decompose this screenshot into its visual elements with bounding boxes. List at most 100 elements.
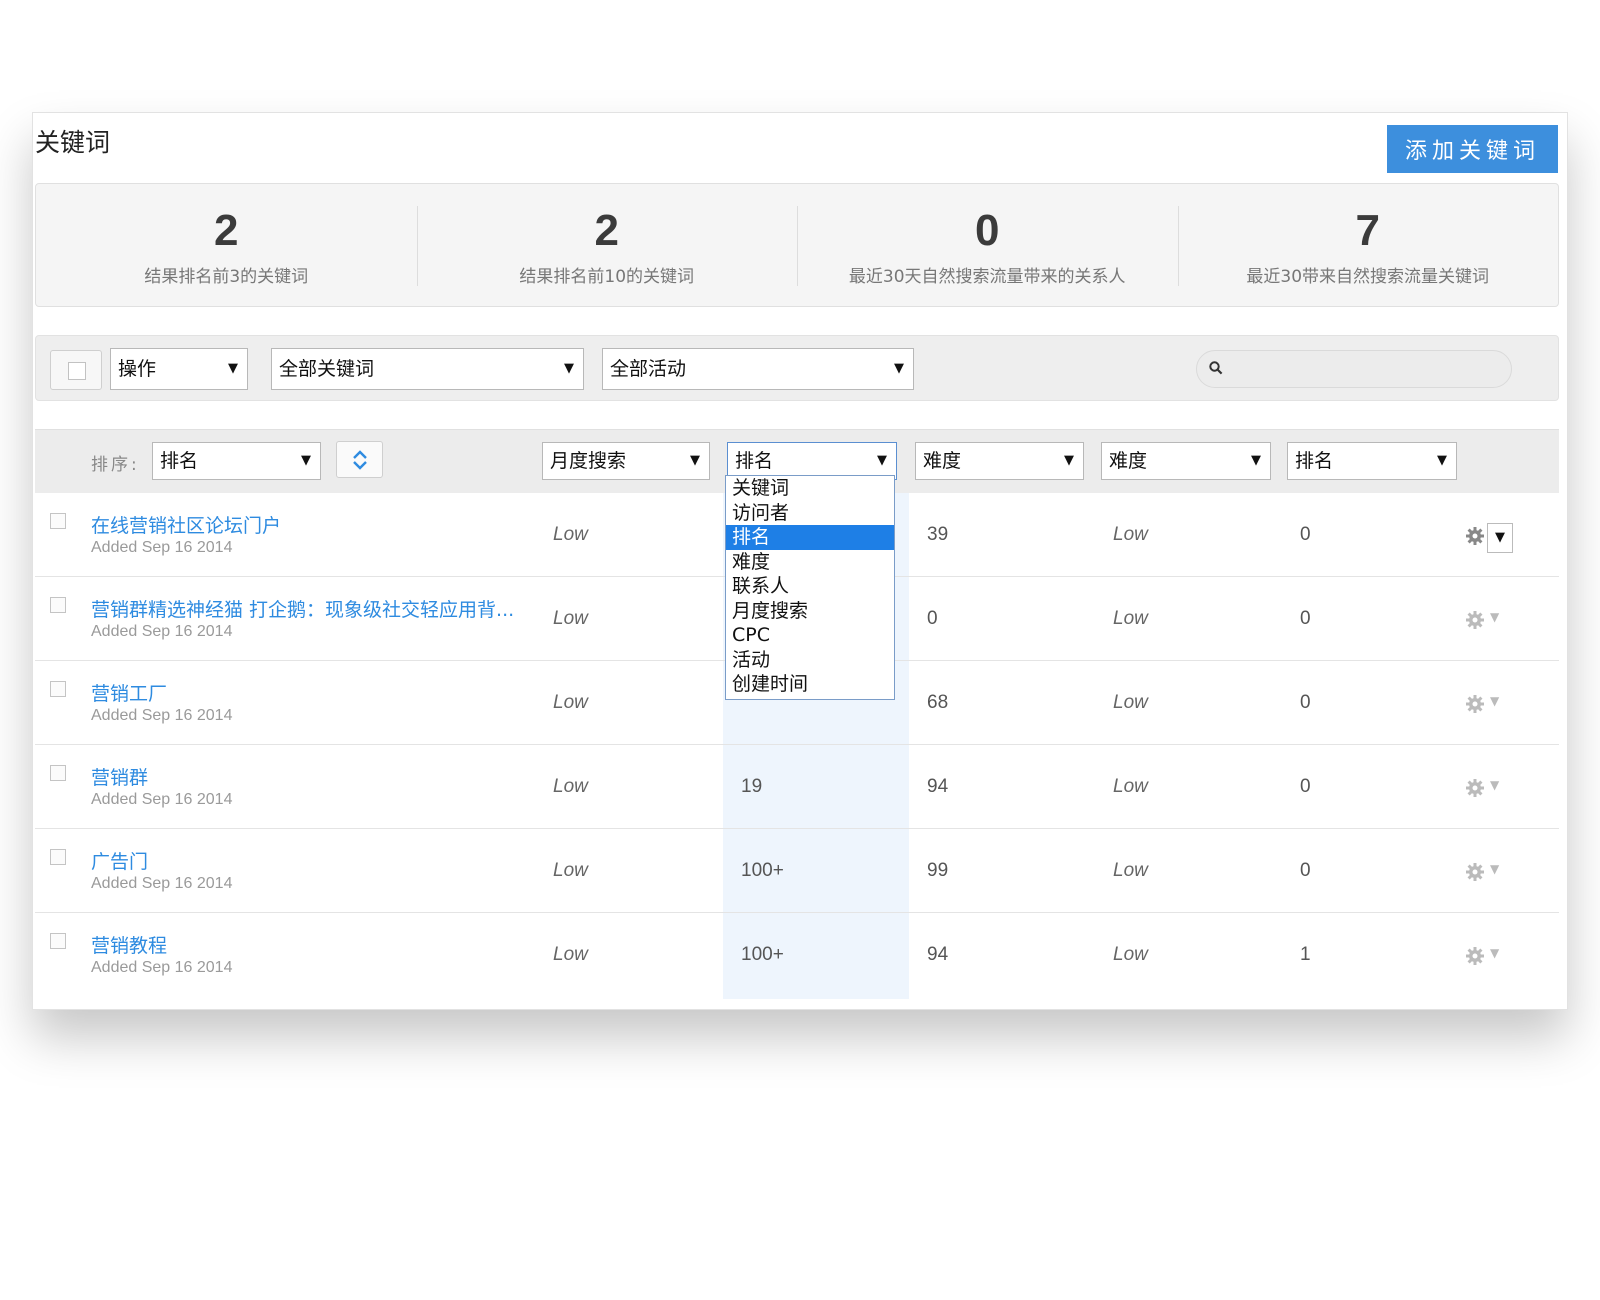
gear-icon[interactable] [1465,778,1485,798]
monthly-search-cell: Low [553,860,588,881]
chevron-down-icon[interactable]: ▼ [1490,862,1499,876]
chevron-down-icon: ▼ [228,361,238,376]
dropdown-option-selected[interactable]: 排名 [726,525,894,550]
search-input[interactable] [1196,350,1512,388]
select-all-checkbox[interactable] [50,350,102,390]
gear-icon[interactable] [1465,862,1485,882]
keyword-link[interactable]: 广告门 [91,847,148,874]
checkbox-box [68,362,86,380]
rank-cell: 100+ [741,860,784,881]
gear-icon[interactable] [1465,694,1485,714]
table-row[interactable]: 营销教程 Added Sep 16 2014 Low 100+ 94 Low 1… [35,913,1559,997]
campaign-filter-select[interactable]: 全部活动 ▼ [602,348,914,390]
keywords-panel: 关键词 添加关键词 2 结果排名前3的关键词 2 结果排名前10的关键词 0 最… [32,112,1568,1010]
column-select-difficulty[interactable]: 难度 ▼ [915,442,1084,480]
stat-value: 2 [214,206,239,255]
chevron-down-icon: ▼ [564,361,574,376]
sort-by-select[interactable]: 排名 ▼ [152,442,321,480]
difficulty2-cell: Low [1113,944,1148,965]
rank-cell: 19 [741,776,763,797]
row-checkbox[interactable] [50,513,66,529]
stat-value: 7 [1355,206,1380,255]
stat-label: 结果排名前3的关键词 [144,267,309,287]
action-select[interactable]: 操作 ▼ [110,348,248,390]
gear-icon[interactable] [1465,946,1485,966]
table-row[interactable]: 广告门 Added Sep 16 2014 Low 100+ 99 Low 0 … [35,829,1559,913]
keyword-link[interactable]: 在线营销社区论坛门户 [91,511,281,538]
keyword-link[interactable]: 营销群精选神经猫 打企鹅：现象级社交轻应用背... [91,595,514,622]
column-select-difficulty-2[interactable]: 难度 ▼ [1101,442,1271,480]
difficulty2-cell: Low [1113,860,1148,881]
column-select-value: 难度 [923,450,962,472]
stat-value: 2 [594,206,619,255]
difficulty-cell: 94 [927,944,949,965]
dropdown-option[interactable]: 月度搜索 [726,599,894,624]
stat-traffic-keywords: 7 最近30带来自然搜索流量关键词 [1177,184,1559,306]
monthly-search-cell: Low [553,608,588,629]
row-checkbox[interactable] [50,933,66,949]
dropdown-option[interactable]: 访问者 [726,501,894,526]
rank2-cell: 0 [1300,524,1311,545]
row-checkbox[interactable] [50,681,66,697]
chevron-down-icon: ▼ [690,453,700,468]
column-options-dropdown[interactable]: 关键词 访问者 排名 难度 联系人 月度搜索 CPC 活动 创建时间 [725,475,895,700]
difficulty2-cell: Low [1113,524,1148,545]
column-select-rank-2[interactable]: 排名 ▼ [1287,442,1457,480]
keyword-filter-value: 全部关键词 [279,358,375,380]
keyword-filter-select[interactable]: 全部关键词 ▼ [271,348,584,390]
row-checkbox[interactable] [50,849,66,865]
column-select-monthly[interactable]: 月度搜索 ▼ [542,442,710,480]
dropdown-option[interactable]: 活动 [726,648,894,673]
sort-direction-button[interactable] [336,441,383,478]
row-checkbox[interactable] [50,765,66,781]
difficulty-cell: 94 [927,776,949,797]
added-date: Added Sep 16 2014 [91,623,233,640]
stats-summary: 2 结果排名前3的关键词 2 结果排名前10的关键词 0 最近30天自然搜索流量… [35,183,1559,307]
rank2-cell: 1 [1300,944,1311,965]
chevron-down-icon[interactable]: ▼ [1490,778,1499,792]
monthly-search-cell: Low [553,944,588,965]
difficulty-cell: 99 [927,860,949,881]
rank-cell: 100+ [741,944,784,965]
monthly-search-cell: Low [553,776,588,797]
row-menu-button[interactable]: ▼ [1487,523,1513,553]
sort-toggle-icon [353,450,367,470]
table-row[interactable]: 营销群 Added Sep 16 2014 Low 19 94 Low 0 ▼ [35,745,1559,829]
monthly-search-cell: Low [553,524,588,545]
rank2-cell: 0 [1300,692,1311,713]
chevron-down-icon[interactable]: ▼ [1490,946,1499,960]
difficulty-cell: 68 [927,692,949,713]
difficulty-cell: 0 [927,608,938,629]
sort-by-value: 排名 [160,450,199,472]
chevron-down-icon: ▼ [877,453,887,468]
dropdown-option[interactable]: 创建时间 [726,672,894,697]
dropdown-option[interactable]: 联系人 [726,574,894,599]
add-keyword-button[interactable]: 添加关键词 [1387,125,1558,173]
action-select-value: 操作 [118,358,157,380]
stat-top10: 2 结果排名前10的关键词 [416,184,798,306]
keyword-link[interactable]: 营销群 [91,763,148,790]
added-date: Added Sep 16 2014 [91,707,233,724]
stat-value: 0 [975,206,1000,255]
dropdown-option[interactable]: 关键词 [726,476,894,501]
difficulty-cell: 39 [927,524,949,545]
chevron-down-icon[interactable]: ▼ [1490,694,1499,708]
campaign-filter-value: 全部活动 [610,358,687,380]
keyword-link[interactable]: 营销教程 [91,931,167,958]
page-title: 关键词 [35,128,111,157]
column-select-value: 月度搜索 [550,450,627,472]
row-checkbox[interactable] [50,597,66,613]
gear-icon[interactable] [1465,610,1485,630]
difficulty2-cell: Low [1113,692,1148,713]
dropdown-option[interactable]: 难度 [726,550,894,575]
rank2-cell: 0 [1300,776,1311,797]
dropdown-option[interactable]: CPC [726,623,894,648]
chevron-down-icon[interactable]: ▼ [1490,610,1499,624]
difficulty2-cell: Low [1113,608,1148,629]
chevron-down-icon: ▼ [1437,453,1447,468]
column-select-value: 难度 [1109,450,1148,472]
keyword-link[interactable]: 营销工厂 [91,679,167,706]
column-select-value: 排名 [735,450,774,472]
gear-icon[interactable] [1465,526,1485,546]
rank2-cell: 0 [1300,608,1311,629]
